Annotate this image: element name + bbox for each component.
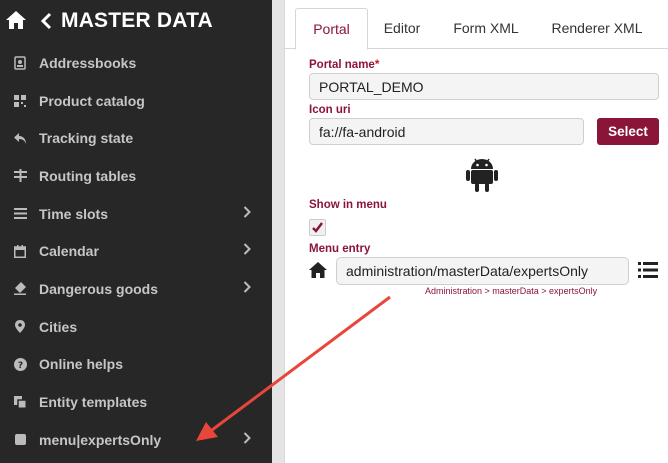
square-icon [13,433,27,447]
chevron-right-icon [243,431,251,449]
sidebar-item-label: Product catalog [39,92,145,109]
sidebar: MASTER DATA Addressbooks Product catalog… [0,0,272,463]
list-icon[interactable] [638,262,658,283]
home-icon [309,262,327,283]
sidebar-header: MASTER DATA [0,0,272,42]
menu-entry-label: Menu entry [309,243,371,255]
question-circle-icon: ? [13,357,27,371]
routing-icon [13,169,27,183]
portal-name-input[interactable]: PORTAL_DEMO [309,73,659,100]
sidebar-item-online-helps[interactable]: ? Online helps [0,346,272,384]
show-in-menu-label: Show in menu [309,199,387,211]
editor-panel: Portal Editor Form XML Renderer XML Port… [284,0,668,463]
sidebar-item-label: Routing tables [39,167,137,184]
sidebar-item-dangerous-goods[interactable]: Dangerous goods [0,270,272,308]
sidebar-item-tracking-state[interactable]: Tracking state [0,119,272,157]
portal-name-label: Portal name* [309,59,380,71]
sidebar-item-addressbooks[interactable]: Addressbooks [0,44,272,82]
chevron-left-icon[interactable] [40,12,52,35]
select-button[interactable]: Select [597,118,659,145]
sidebar-item-entity-templates[interactable]: Entity templates [0,383,272,421]
menu-entry-input[interactable]: administration/masterData/expertsOnly [336,257,629,285]
sidebar-item-cities[interactable]: Cities [0,308,272,346]
addressbook-icon [13,56,27,70]
show-in-menu-checkbox[interactable] [309,219,326,236]
copy-icon [13,395,27,409]
content-gutter [272,0,284,463]
sidebar-item-routing-tables[interactable]: Routing tables [0,157,272,195]
checkmark-icon [312,222,323,233]
chevron-right-icon [243,242,251,260]
sidebar-item-label: Dangerous goods [39,280,159,297]
sidebar-menu: Addressbooks Product catalog Tracking st… [0,44,272,459]
sidebar-item-label: Addressbooks [39,54,137,71]
required-mark: * [374,59,380,71]
list-icon [13,207,27,221]
tab-editor[interactable]: Editor [369,8,435,48]
sidebar-item-label: menu|expertsOnly [39,431,162,448]
sidebar-item-label: Calendar [39,243,99,260]
reply-icon [13,131,27,145]
svg-text:?: ? [17,361,22,371]
menu-entry-path-hint: Administration > masterData > expertsOnl… [425,286,598,296]
sidebar-item-time-slots[interactable]: Time slots [0,195,272,233]
chevron-right-icon [243,205,251,223]
sidebar-item-label: Time slots [39,205,108,222]
tab-renderer-xml[interactable]: Renderer XML [541,8,653,48]
sidebar-item-product-catalog[interactable]: Product catalog [0,82,272,120]
sidebar-item-label: Entity templates [39,394,148,411]
map-marker-icon [13,320,27,334]
tab-portal[interactable]: Portal [295,8,368,50]
calendar-icon [13,244,27,258]
tab-form-xml[interactable]: Form XML [441,8,531,48]
tab-bar: Portal Editor Form XML Renderer XML [285,8,668,50]
sidebar-item-experts-only[interactable]: menu|expertsOnly [0,421,272,459]
eraser-icon [13,282,27,296]
sidebar-item-calendar[interactable]: Calendar [0,232,272,270]
chevron-right-icon [243,280,251,298]
home-icon[interactable] [5,9,27,36]
sidebar-item-label: Cities [39,318,78,335]
icon-uri-label: Icon uri [309,104,351,116]
barcode-icon [13,94,27,108]
sidebar-item-label: Tracking state [39,130,134,147]
icon-uri-input[interactable]: fa://fa-android [309,118,584,145]
android-icon [466,156,498,197]
sidebar-item-label: Online helps [39,356,124,373]
sidebar-title: MASTER DATA [61,9,213,32]
